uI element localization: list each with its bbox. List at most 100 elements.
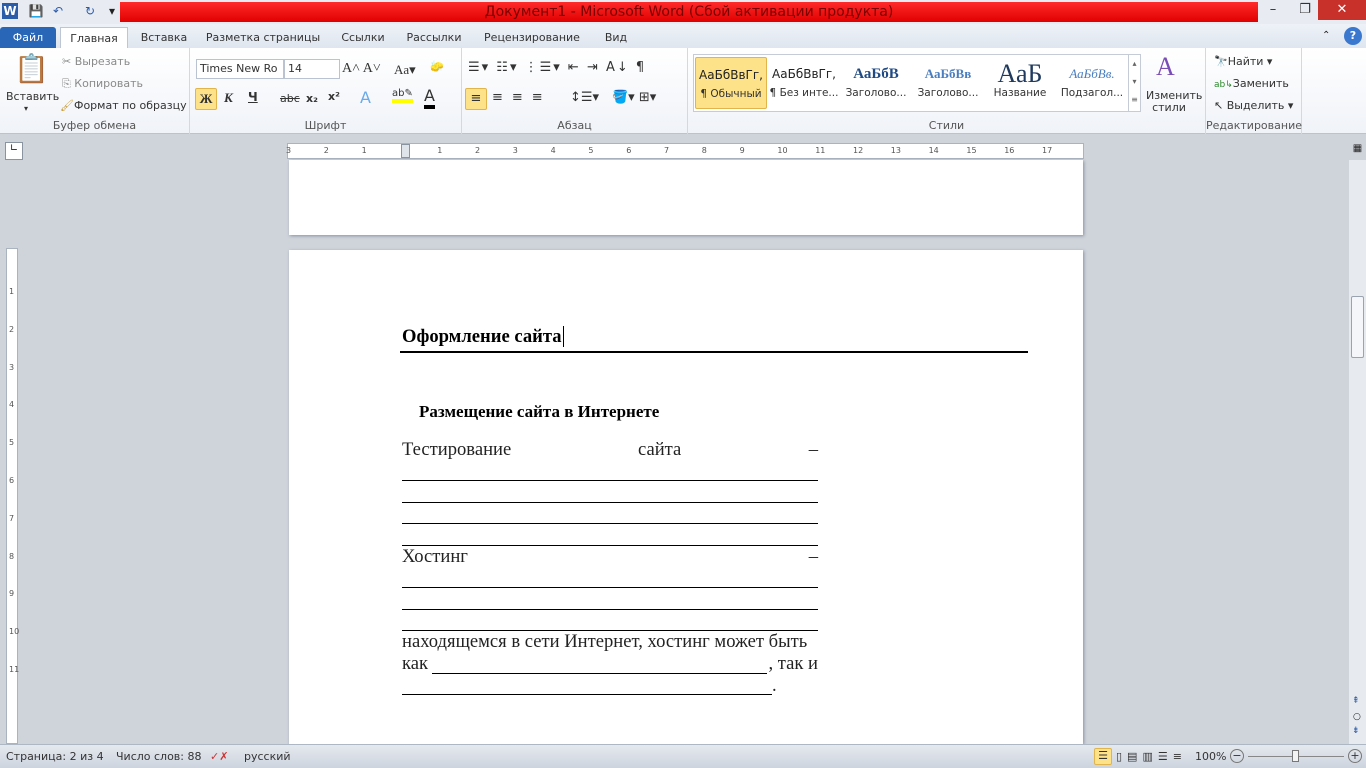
tab-insert[interactable]: Вставка xyxy=(132,27,196,48)
ruler-tick-label: 5 xyxy=(9,438,15,448)
cut-button[interactable]: ✂ Вырезать xyxy=(62,55,130,68)
find-button[interactable]: 🔭Найти ▾ xyxy=(1214,55,1272,68)
text-effects-icon[interactable]: A xyxy=(360,88,371,107)
grow-font-icon[interactable]: A˄ A˅ xyxy=(342,61,381,77)
maximize-button[interactable]: ❐ xyxy=(1288,0,1322,20)
paragraph-line: находящемся в сети Интернет, хостинг мож… xyxy=(402,631,808,652)
view-ruler-icon[interactable]: ▦ xyxy=(1349,143,1366,160)
ruler-tick-label: 5 xyxy=(588,146,594,155)
undo-icon[interactable]: ↶ xyxy=(50,3,66,19)
copy-button[interactable]: ⎘ Копировать xyxy=(62,77,143,91)
style-normal[interactable]: АаБбВвГг, ¶ Обычный xyxy=(695,57,767,109)
style-subtitle[interactable]: АаБбВв. Подзагол... xyxy=(1056,57,1128,109)
scissors-icon: ✂ xyxy=(62,55,75,68)
paragraph-end: . xyxy=(772,675,777,696)
tab-references[interactable]: Ссылки xyxy=(332,27,394,48)
blank-line xyxy=(402,694,772,695)
ruler-tick-label: 17 xyxy=(1042,146,1053,155)
browse-object-icon[interactable]: ○ xyxy=(1353,712,1361,722)
page-1 xyxy=(289,160,1083,235)
prev-page-icon[interactable]: ⇞ xyxy=(1352,696,1360,706)
ruler-tick-label: 2 xyxy=(475,146,481,155)
shading-icon[interactable]: 🪣▾ ⊞▾ xyxy=(612,90,656,105)
ruler-tick-label: 10 xyxy=(777,146,788,155)
print-layout-icon[interactable]: ☰ xyxy=(1094,748,1112,765)
ruler-tick-label: 11 xyxy=(815,146,826,155)
ruler-tick-label: 2 xyxy=(9,324,15,334)
customize-toolbar-icon[interactable]: ▾ xyxy=(104,3,120,19)
clear-formatting-icon[interactable]: 🧽 xyxy=(430,60,444,73)
line-spacing-icon[interactable]: ↕☰▾ xyxy=(570,90,599,105)
blank-line xyxy=(402,609,818,610)
title-bar: W 💾 ↶ ↻ ▾ Документ1 - Microsoft Word (Сб… xyxy=(0,0,1366,24)
style-heading2[interactable]: АаБбВв Заголово... xyxy=(912,57,984,109)
page-header[interactable]: Оформление сайта xyxy=(402,326,564,348)
zoom-in-button[interactable]: + xyxy=(1348,749,1362,763)
style-no-spacing[interactable]: АаБбВвГг, ¶ Без инте... xyxy=(768,57,840,109)
scroll-thumb[interactable] xyxy=(1351,296,1364,358)
font-color-icon[interactable]: A xyxy=(424,86,435,109)
language[interactable]: русский xyxy=(244,750,291,763)
tab-selector-icon[interactable]: ∟ xyxy=(5,142,23,160)
italic-button[interactable]: К xyxy=(224,90,233,106)
style-title[interactable]: АаБ Название xyxy=(984,57,1056,109)
help-icon[interactable]: ? xyxy=(1344,27,1362,45)
change-case-icon[interactable]: Aa▾ xyxy=(394,62,416,78)
word-count[interactable]: Число слов: 88 xyxy=(116,750,202,763)
ribbon-tabs: Файл Главная Вставка Разметка страницы С… xyxy=(0,24,1366,48)
vertical-ruler[interactable]: 1 2 3 4 5 6 7 8 9 10 11 xyxy=(6,248,19,744)
underline-button[interactable]: Ч xyxy=(248,90,258,104)
ruler-tick-label: 4 xyxy=(9,400,15,410)
subscript-icon[interactable]: x₂ xyxy=(306,92,318,105)
strikethrough-icon[interactable]: abc xyxy=(280,92,300,105)
replace-button[interactable]: ab↳Заменить xyxy=(1214,77,1289,90)
zoom-level[interactable]: 100% xyxy=(1195,750,1226,763)
superscript-icon[interactable]: x² xyxy=(328,90,340,103)
tab-file[interactable]: Файл xyxy=(0,27,56,48)
minimize-button[interactable]: – xyxy=(1256,0,1290,20)
paragraph-group: ☰▾ ☷▾ ⋮☰▾ ⇤ ⇥ A↓ ¶ ≡ ≡≡≡ ↕☰▾ 🪣▾ ⊞▾ Абзац xyxy=(462,48,688,134)
vertical-scrollbar[interactable]: ⇞ ○ ⇟ xyxy=(1349,160,1366,744)
indent-marker[interactable] xyxy=(401,144,410,158)
next-page-icon[interactable]: ⇟ xyxy=(1352,726,1360,736)
view-modes-icon[interactable]: ▯▤▥☰≡ xyxy=(1116,750,1187,763)
tab-review[interactable]: Рецензирование xyxy=(476,27,588,48)
tab-mailings[interactable]: Рассылки xyxy=(400,27,468,48)
styles-scroll[interactable]: ▴ ▾ ≡ xyxy=(1128,55,1140,111)
close-button[interactable]: ✕ xyxy=(1318,0,1366,20)
minimize-ribbon-icon[interactable]: ⌃ xyxy=(1322,30,1330,41)
bold-button[interactable]: Ж xyxy=(195,88,217,110)
redo-icon[interactable]: ↻ xyxy=(82,3,98,19)
save-icon[interactable]: 💾 xyxy=(28,3,44,19)
ruler-tick-label: 14 xyxy=(928,146,939,155)
tab-home[interactable]: Главная xyxy=(60,27,128,48)
paste-icon[interactable]: 📋 xyxy=(14,52,49,85)
change-styles-button[interactable]: Изменить стили xyxy=(1146,90,1202,114)
ruler-tick-label: 6 xyxy=(626,146,632,155)
style-heading1[interactable]: АаБбВ Заголово... xyxy=(840,57,912,109)
ruler-tick-label: 1 xyxy=(361,146,367,155)
list-buttons-icon[interactable]: ☰▾ ☷▾ ⋮☰▾ ⇤ ⇥ A↓ ¶ xyxy=(468,60,646,75)
zoom-slider-thumb[interactable] xyxy=(1292,750,1299,762)
proofing-icon[interactable]: ✓✗ xyxy=(210,750,228,763)
select-button[interactable]: ↖ Выделить ▾ xyxy=(1214,99,1293,112)
tab-view[interactable]: Вид xyxy=(596,27,636,48)
page-count[interactable]: Страница: 2 из 4 xyxy=(6,750,104,763)
format-painter-button[interactable]: 🖌Формат по образцу xyxy=(60,99,187,112)
highlight-icon[interactable]: ab✎ xyxy=(392,88,413,103)
font-size-select[interactable]: 14 xyxy=(284,59,340,79)
align-left-button[interactable]: ≡ xyxy=(465,88,487,110)
ruler-tick-label: 1 xyxy=(437,146,443,155)
brush-icon: 🖌 xyxy=(60,99,74,112)
font-name-select[interactable]: Times New Ro xyxy=(196,59,284,79)
zoom-out-button[interactable]: − xyxy=(1230,749,1244,763)
paste-button[interactable]: Вставить xyxy=(6,90,59,103)
alignment-buttons-icon[interactable]: ≡≡≡ xyxy=(492,90,552,105)
tab-page-layout[interactable]: Разметка страницы xyxy=(200,27,326,48)
change-styles-icon[interactable]: A xyxy=(1156,52,1175,82)
paste-dropdown-icon[interactable]: ▾ xyxy=(24,104,28,113)
styles-group: АаБбВвГг, ¶ Обычный АаБбВвГг, ¶ Без инте..… xyxy=(688,48,1206,134)
horizontal-ruler[interactable]: 3 2 1 1 2 3 4 5 6 7 8 9 10 11 12 13 14 15 16 17 xyxy=(286,143,1084,159)
font-group: Times New Ro 14 A˄ A˅ Aa▾ 🧽 Ж К Ч abc x₂… xyxy=(190,48,462,134)
word-logo-icon[interactable]: W xyxy=(2,3,18,19)
